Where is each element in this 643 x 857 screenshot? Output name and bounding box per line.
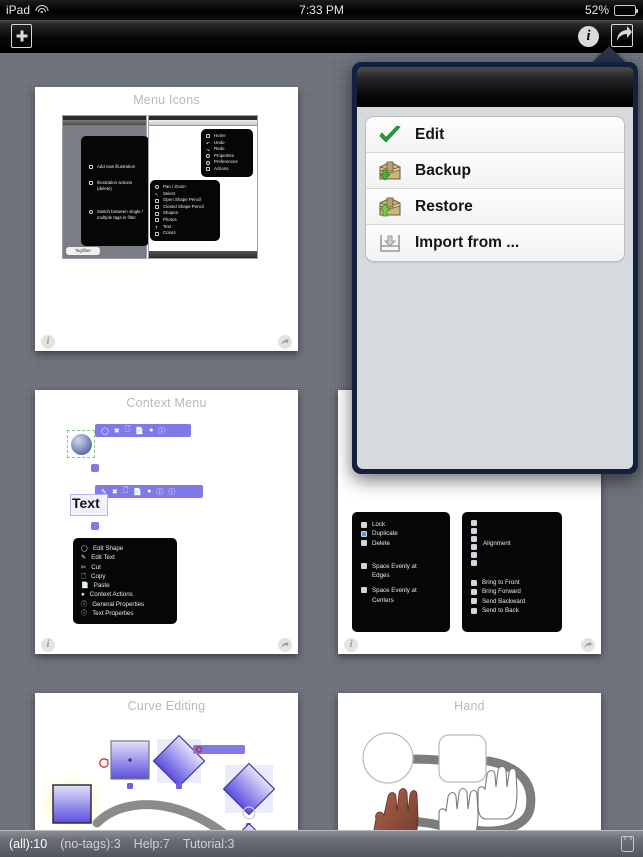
box-upload-icon <box>377 195 403 219</box>
popover-menu-list[interactable]: Edit Backup Restore Import from ... <box>365 116 625 262</box>
thumb-left-device: Add new illustration Illustration action… <box>62 115 149 259</box>
menu-item-label: Import from ... <box>415 234 520 251</box>
tray-download-icon <box>377 231 403 255</box>
box-download-icon <box>377 159 403 183</box>
battery-icon <box>614 4 639 16</box>
tag-filter-no-tags[interactable]: (no-tags):3 <box>60 837 120 851</box>
card-title: Curve Editing <box>127 699 206 713</box>
battery-percent-label: 52% <box>584 3 609 17</box>
text-action-toolbar: ✎ ✖ 🗋 📄 ● ⓘ ⓘ <box>95 485 203 498</box>
card-footer: i <box>338 636 601 654</box>
menu-item-import-from[interactable]: Import from ... <box>366 225 624 261</box>
card-share-icon[interactable] <box>581 638 595 652</box>
card-info-icon[interactable]: i <box>41 335 55 349</box>
thumb-right-device: Home ↶ Undo ↷ Redo Properties Preferences … <box>148 115 258 259</box>
card-title: Context Menu <box>126 396 207 410</box>
thumb-sphere-shape <box>71 434 92 455</box>
tag-filter-tutorial[interactable]: Tutorial:3 <box>183 837 235 851</box>
popover-inner: Edit Backup Restore Import from ... <box>357 67 633 469</box>
new-document-button[interactable] <box>9 24 34 49</box>
card-title: Menu Icons <box>133 93 200 107</box>
menu-item-restore[interactable]: Restore <box>366 189 624 225</box>
new-document-icon <box>11 24 32 48</box>
card-share-icon[interactable] <box>278 638 292 652</box>
menu-item-edit[interactable]: Edit <box>366 117 624 153</box>
status-bar-right: 52% <box>584 3 639 17</box>
card-thumbnail: ◯ ✖ 🗋 📄 ● ⓘ ✎ ✖ 🗋 📄 ● ⓘ ⓘ Text ◯ Edit Shape ✎ Edit Te… <box>35 410 298 636</box>
shape-action-toolbar: ◯ ✖ 🗋 📄 ● ⓘ <box>95 424 191 437</box>
thumb-text-object: Text <box>72 495 100 511</box>
popover-list-wrap: Edit Backup Restore Import from ... <box>357 107 633 271</box>
menu-item-backup[interactable]: Backup <box>366 153 624 189</box>
card-thumbnail: Add new illustration Illustration action… <box>35 107 298 333</box>
menu-item-label: Edit <box>415 125 445 143</box>
card-info-icon[interactable]: i <box>41 638 55 652</box>
actions-popover[interactable]: Edit Backup Restore Import from ... <box>352 62 638 474</box>
card-context-menu[interactable]: Context Menu ◯ ✖ 🗋 📄 ● ⓘ ✎ ✖ 🗋 📄 ● ⓘ ⓘ Text ◯ Edit S… <box>35 390 298 654</box>
thumb-tag-filter-button: Tag/filter <box>66 247 100 255</box>
popover-header <box>357 67 633 107</box>
menu-item-label: Backup <box>415 161 471 179</box>
app-toolbar: i <box>0 20 643 53</box>
card-footer: i <box>35 333 298 351</box>
tag-filter-all[interactable]: (all):10 <box>9 837 47 851</box>
tag-filter-bar[interactable]: (all):10 (no-tags):3 Help:7 Tutorial:3 <box>0 830 643 857</box>
share-icon <box>610 24 633 47</box>
tag-icon[interactable] <box>621 836 634 852</box>
card-footer: i <box>35 636 298 654</box>
card-title: Hand <box>454 699 485 713</box>
status-bar-time: 7:33 PM <box>299 3 344 17</box>
menu-item-label: Restore <box>415 197 473 215</box>
share-arrow-glyph <box>616 26 632 41</box>
ios-status-bar: iPad 7:33 PM 52% <box>0 0 643 20</box>
green-checkmark-icon <box>377 123 403 147</box>
card-info-icon[interactable]: i <box>344 638 358 652</box>
card-menu-icons[interactable]: Menu Icons Add new illustration Illustra… <box>35 87 298 351</box>
info-icon: i <box>578 26 599 47</box>
card-share-icon[interactable] <box>278 335 292 349</box>
popover-arrow <box>592 46 626 63</box>
tag-filter-help[interactable]: Help:7 <box>134 837 170 851</box>
